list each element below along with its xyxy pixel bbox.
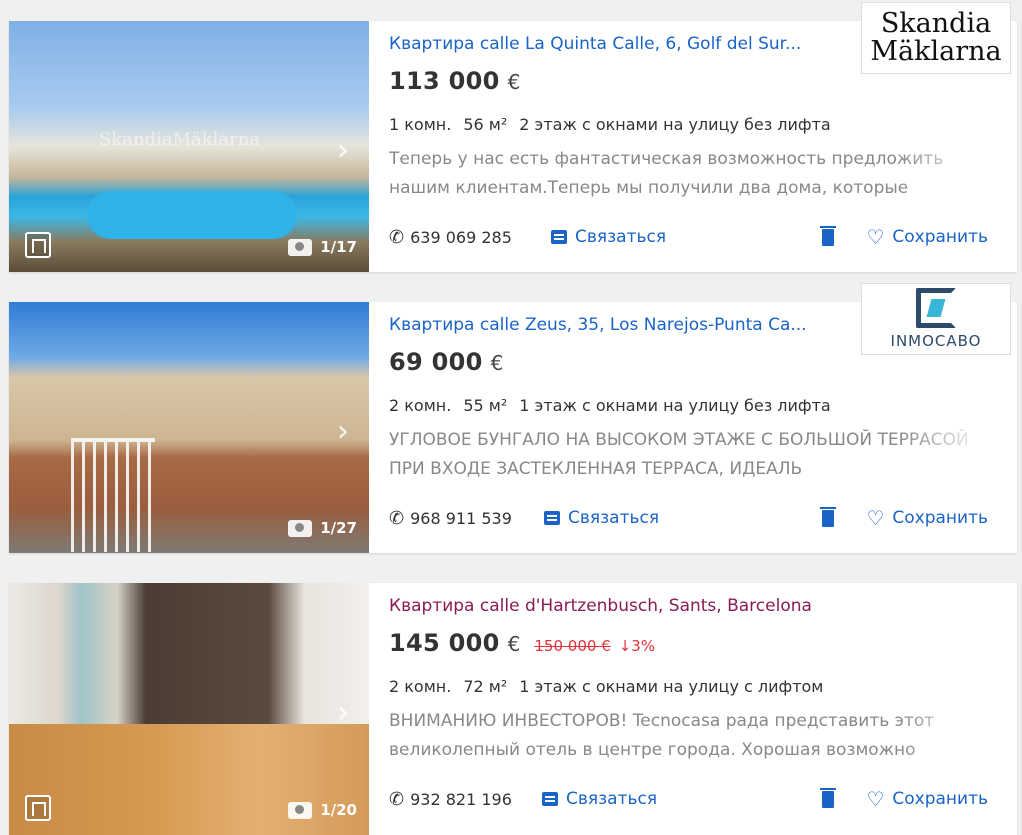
save-label: Сохранить	[892, 789, 988, 809]
price-row: 145 000 € 150 000 € ↓3%	[389, 629, 655, 657]
currency: €	[490, 351, 504, 375]
phone-button[interactable]: ✆ 639 069 285	[389, 227, 512, 248]
save-button[interactable]: ♡ Сохранить	[866, 508, 988, 528]
phone-icon: ✆	[389, 508, 405, 529]
listing-details: 1 комн. 56 м² 2 этаж с окнами на улицу б…	[389, 115, 831, 134]
photo-count-text: 1/17	[320, 238, 357, 256]
listing-description[interactable]: ВНИМАНИЮ ИНВЕСТОРОВ! Tecnocasa рада пред…	[389, 707, 989, 765]
rooms: 1 комн.	[389, 115, 452, 134]
phone-number: 968 911 539	[410, 509, 512, 528]
agency-logo-text: Skandia Mäklarna	[870, 8, 1002, 67]
listing-description[interactable]: УГЛОВОЕ БУНГАЛО НА ВЫСОКОМ ЭТАЖЕ С БОЛЬШ…	[389, 426, 989, 484]
phone-number: 932 821 196	[410, 790, 512, 809]
chevron-right-icon[interactable]: ›	[337, 414, 349, 449]
photo-counter: 1/20	[288, 801, 357, 819]
photo-counter: 1/17	[288, 238, 357, 256]
floor-plan-icon[interactable]	[25, 232, 51, 258]
photo-count-text: 1/20	[320, 801, 357, 819]
contact-button[interactable]: Связаться	[551, 227, 666, 247]
listing-price: 145 000	[389, 629, 500, 657]
photo-counter: 1/27	[288, 519, 357, 537]
floor-info: 1 этаж с окнами на улицу с лифтом	[519, 677, 824, 696]
contact-button[interactable]: Связаться	[542, 789, 657, 809]
chevron-right-icon[interactable]: ›	[337, 695, 349, 730]
trash-icon[interactable]	[820, 226, 836, 246]
save-label: Сохранить	[892, 508, 988, 528]
camera-icon	[288, 801, 313, 819]
heart-icon: ♡	[866, 506, 885, 530]
inmocabo-mark-icon	[916, 288, 956, 328]
listing-content: Квартира calle d'Hartzenbusch, Sants, Ba…	[389, 583, 1017, 835]
heart-icon: ♡	[866, 225, 885, 249]
floor-info: 1 этаж с окнами на улицу без лифта	[519, 396, 831, 415]
listing-photo[interactable]: › 1/27	[9, 302, 369, 553]
contact-label: Связаться	[568, 508, 660, 528]
price-row: 113 000 €	[389, 67, 520, 95]
save-button[interactable]: ♡ Сохранить	[866, 789, 988, 809]
listing-street: calle Zeus, 35, Los Narejos-Punta Ca...	[479, 315, 807, 335]
floor-plan-icon[interactable]	[25, 795, 51, 821]
listing-price: 69 000	[389, 348, 483, 376]
listing-card[interactable]: SkandiaMäklarna › 1/17 Квартира calle La…	[9, 2, 1017, 272]
contact-label: Связаться	[575, 227, 667, 247]
listing-title-link[interactable]: Квартира calle La Quinta Calle, 6, Golf …	[389, 34, 801, 54]
agency-logo[interactable]: INMOCABO	[861, 283, 1011, 355]
trash-icon[interactable]	[820, 507, 836, 527]
listing-type: Квартира	[389, 596, 475, 616]
price-drop-badge: ↓3%	[618, 637, 656, 655]
area: 55 м²	[463, 396, 508, 415]
save-label: Сохранить	[892, 227, 988, 247]
phone-number: 639 069 285	[410, 228, 512, 247]
save-button[interactable]: ♡ Сохранить	[866, 227, 988, 247]
agency-logo-text: INMOCABO	[890, 332, 982, 350]
photo-count-text: 1/27	[320, 519, 357, 537]
area: 72 м²	[463, 677, 508, 696]
pool-shape	[87, 191, 297, 239]
listing-actions: ✆ 968 911 539 Связаться ♡ Сохранить	[389, 507, 1017, 534]
currency: €	[507, 70, 521, 94]
listing-type: Квартира	[389, 34, 475, 54]
contact-label: Связаться	[566, 789, 658, 809]
currency: €	[507, 632, 521, 656]
listing-photo[interactable]: › 1/20	[9, 583, 369, 835]
listing-title-link[interactable]: Квартира calle d'Hartzenbusch, Sants, Ba…	[389, 596, 812, 616]
chat-icon	[542, 792, 558, 806]
listing-details: 2 комн. 55 м² 1 этаж с окнами на улицу б…	[389, 396, 831, 415]
phone-button[interactable]: ✆ 968 911 539	[389, 508, 512, 529]
phone-button[interactable]: ✆ 932 821 196	[389, 789, 512, 810]
listing-details: 2 комн. 72 м² 1 этаж с окнами на улицу с…	[389, 677, 823, 696]
agency-logo[interactable]: Skandia Mäklarna	[861, 2, 1011, 74]
rooms: 2 комн.	[389, 677, 452, 696]
camera-icon	[288, 519, 313, 537]
phone-icon: ✆	[389, 789, 405, 810]
listing-description[interactable]: Теперь у нас есть фантастическая возможн…	[389, 145, 989, 203]
old-price: 150 000 €	[534, 637, 611, 655]
contact-button[interactable]: Связаться	[544, 508, 659, 528]
listing-card[interactable]: › 1/20 Квартира calle d'Hartzenbusch, Sa…	[9, 583, 1017, 835]
listing-street: calle d'Hartzenbusch, Sants, Barcelona	[479, 596, 812, 616]
photo-watermark: SkandiaMäklarna	[99, 129, 261, 150]
trash-icon[interactable]	[820, 788, 836, 808]
chat-icon	[551, 230, 567, 244]
heart-icon: ♡	[866, 787, 885, 811]
listing-title-link[interactable]: Квартира calle Zeus, 35, Los Narejos-Pun…	[389, 315, 807, 335]
camera-icon	[288, 238, 313, 256]
phone-icon: ✆	[389, 227, 405, 248]
listing-price: 113 000	[389, 67, 500, 95]
listing-photo[interactable]: SkandiaMäklarna › 1/17	[9, 21, 369, 272]
rooms: 2 комн.	[389, 396, 452, 415]
listing-actions: ✆ 639 069 285 Связаться ♡ Сохранить	[389, 226, 1017, 253]
listing-type: Квартира	[389, 315, 475, 335]
chevron-right-icon[interactable]: ›	[337, 133, 349, 168]
listing-actions: ✆ 932 821 196 Связаться ♡ Сохранить	[389, 788, 1017, 815]
gate-shape	[71, 438, 155, 552]
listing-card[interactable]: › 1/27 Квартира calle Zeus, 35, Los Nare…	[9, 283, 1017, 553]
area: 56 м²	[463, 115, 508, 134]
floor-info: 2 этаж с окнами на улицу без лифта	[519, 115, 831, 134]
chat-icon	[544, 511, 560, 525]
price-row: 69 000 €	[389, 348, 503, 376]
listing-street: calle La Quinta Calle, 6, Golf del Sur..…	[479, 34, 802, 54]
